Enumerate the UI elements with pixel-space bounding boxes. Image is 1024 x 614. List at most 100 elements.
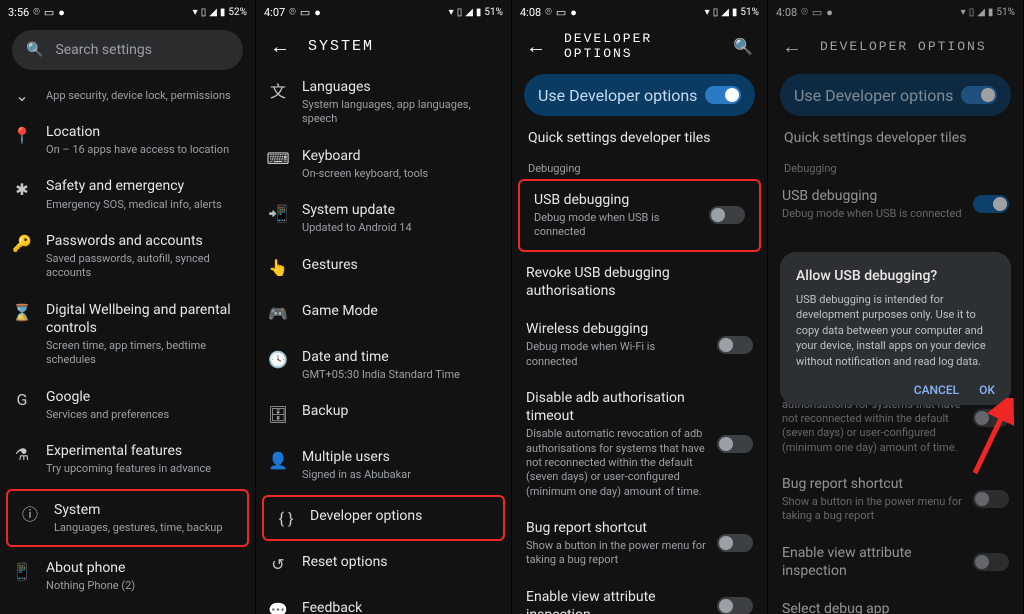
header: ← SYSTEM — [256, 24, 511, 68]
location-row[interactable]: 📍 LocationOn – 16 apps have access to lo… — [0, 113, 255, 167]
experimental-row[interactable]: ⚗ Experimental featuresTry upcoming feat… — [0, 432, 255, 486]
debugging-section-header: Debugging — [512, 154, 767, 177]
use-developer-options-toggle[interactable]: Use Developer options — [524, 74, 755, 116]
system-update-row[interactable]: 📲System updateUpdated to Android 14 — [256, 191, 511, 245]
backup-icon: 🗄 — [268, 404, 288, 424]
dot-icon: ● — [826, 6, 833, 19]
usb-debugging-dialog: Allow USB debugging? USB debugging is in… — [780, 252, 1011, 405]
toggle-switch — [973, 195, 1009, 213]
developer-options-row[interactable]: { }Developer options — [262, 495, 505, 541]
signal-icon: ◢ — [209, 7, 217, 18]
revoke-usb-auth-row[interactable]: Revoke USB debugging authorisations — [512, 254, 767, 310]
battery-icon: ▮ — [476, 7, 482, 18]
search-settings-bar[interactable]: 🔍 Search settings — [12, 30, 243, 70]
key-icon: 🔑 — [12, 234, 32, 254]
gesture-icon: 👆 — [268, 258, 288, 278]
whatsapp-icon: ⌾ — [289, 5, 296, 19]
battery-pct: 51% — [740, 7, 759, 18]
game-mode-row[interactable]: 🎮Game Mode — [256, 292, 511, 338]
toggle-switch[interactable] — [717, 534, 753, 552]
header: ← DEVELOPER OPTIONS 🔍 — [512, 24, 767, 68]
toggle-switch[interactable] — [705, 86, 741, 104]
select-debug-app-row: Select debug appNo debug application set — [768, 590, 1023, 614]
search-icon: 🔍 — [26, 42, 43, 58]
signal-icon: ◢ — [977, 7, 985, 18]
status-bar: 4:07 ⌾ ▭ ● ▾ ▯ ◢ ▮ 51% — [256, 0, 511, 24]
back-button[interactable]: ← — [526, 34, 546, 59]
clock: 4:07 — [264, 6, 285, 19]
battery-pct: 52% — [228, 7, 247, 18]
wellbeing-row[interactable]: ⌛ Digital Wellbeing and parental control… — [0, 291, 255, 378]
debugging-section-header: Debugging — [768, 154, 1023, 177]
battery-pct: 51% — [996, 7, 1015, 18]
cancel-button[interactable]: CANCEL — [914, 383, 959, 397]
reset-options-row[interactable]: ↺Reset options — [256, 543, 511, 589]
disable-adb-timeout-row[interactable]: Disable adb authorisation timeoutDisable… — [512, 379, 767, 509]
feedback-row[interactable]: 💬Feedback — [256, 589, 511, 614]
youtube-icon: ▭ — [300, 6, 310, 19]
sim-icon: ▯ — [713, 7, 719, 18]
safety-row[interactable]: ✱ Safety and emergencyEmergency SOS, med… — [0, 167, 255, 221]
info-icon: ⓘ — [20, 503, 40, 523]
user-icon: 👤 — [268, 450, 288, 470]
use-dev-label: Use Developer options — [794, 86, 953, 105]
page-title: DEVELOPER OPTIONS — [564, 31, 715, 61]
quick-settings-tiles-row: Quick settings developer tiles — [768, 124, 1023, 154]
about-phone-row[interactable]: 📱 About phoneNothing Phone (2) — [0, 549, 255, 603]
gestures-row[interactable]: 👆Gestures — [256, 246, 511, 292]
battery-icon: ▮ — [220, 7, 226, 18]
security-sub: App security, device lock, permissions — [46, 89, 231, 103]
clock-icon: 🕓 — [268, 350, 288, 370]
battery-icon: ▮ — [988, 7, 994, 18]
quick-settings-tiles-row[interactable]: Quick settings developer tiles — [512, 124, 767, 154]
usb-debugging-row: USB debuggingDebug mode when USB is conn… — [768, 177, 1023, 231]
wifi-icon: ▾ — [961, 7, 966, 18]
screen-usb-debugging-dialog: 4:08 ⌾ ▭ ● ▾ ▯ ◢ ▮ 51% ← DEVELOPER OPTIO… — [768, 0, 1024, 614]
feedback-icon: 💬 — [268, 601, 288, 614]
usb-debugging-row[interactable]: USB debuggingDebug mode when USB is conn… — [518, 179, 761, 252]
dialog-body: USB debugging is intended for developmen… — [796, 292, 995, 369]
backup-row[interactable]: 🗄Backup — [256, 392, 511, 438]
use-dev-label: Use Developer options — [538, 86, 697, 105]
toggle-switch[interactable] — [717, 336, 753, 354]
status-bar: 4:08 ⌾ ▭ ● ▾ ▯ ◢ ▮ 51% — [512, 0, 767, 24]
bug-report-shortcut-row[interactable]: Bug report shortcutShow a button in the … — [512, 509, 767, 578]
toggle-switch[interactable] — [717, 435, 753, 453]
date-time-row[interactable]: 🕓Date and timeGMT+05:30 India Standard T… — [256, 338, 511, 392]
security-row-partial[interactable]: ⌄ App security, device lock, permissions — [0, 80, 255, 113]
multiple-users-row[interactable]: 👤Multiple usersSigned in as Abubakar — [256, 438, 511, 492]
view-attribute-inspection-row[interactable]: Enable view attribute inspection — [512, 578, 767, 614]
google-icon: G — [12, 390, 32, 410]
wireless-debugging-row[interactable]: Wireless debuggingDebug mode when Wi-Fi … — [512, 310, 767, 379]
header: ← DEVELOPER OPTIONS — [768, 24, 1023, 68]
clock: 3:56 — [8, 6, 29, 19]
dot-icon: ● — [314, 6, 321, 19]
screen-system: 4:07 ⌾ ▭ ● ▾ ▯ ◢ ▮ 51% ← SYSTEM 文Languag… — [256, 0, 512, 614]
dot-icon: ● — [58, 6, 65, 19]
google-row[interactable]: G GoogleServices and preferences — [0, 378, 255, 432]
sim-icon: ▯ — [201, 7, 207, 18]
toggle-switch[interactable] — [717, 597, 753, 614]
passwords-row[interactable]: 🔑 Passwords and accountsSaved passwords,… — [0, 222, 255, 291]
back-button[interactable]: ← — [270, 34, 290, 59]
toggle-switch — [973, 490, 1009, 508]
system-row[interactable]: ⓘ SystemLanguages, gestures, time, backu… — [6, 489, 249, 547]
hourglass-icon: ⌛ — [12, 303, 32, 323]
youtube-icon: ▭ — [556, 6, 566, 19]
search-icon[interactable]: 🔍 — [733, 37, 753, 56]
wifi-icon: ▾ — [449, 7, 454, 18]
dialog-title: Allow USB debugging? — [796, 268, 995, 284]
flask-icon: ⚗ — [12, 444, 32, 464]
view-attribute-inspection-row: Enable view attribute inspection — [768, 534, 1023, 590]
languages-row[interactable]: 文LanguagesSystem languages, app language… — [256, 68, 511, 137]
braces-icon: { } — [276, 509, 296, 529]
ok-button[interactable]: OK — [979, 383, 995, 397]
status-bar: 3:56 ⌾ ▭ ● ▾ ▯ ◢ ▮ 52% — [0, 0, 255, 24]
toggle-switch[interactable] — [709, 206, 745, 224]
reset-icon: ↺ — [268, 555, 288, 575]
dot-icon: ● — [570, 6, 577, 19]
annotation-arrow-icon — [965, 398, 1015, 478]
keyboard-row[interactable]: ⌨KeyboardOn-screen keyboard, tools — [256, 137, 511, 191]
gamepad-icon: 🎮 — [268, 304, 288, 324]
system-list: 文LanguagesSystem languages, app language… — [256, 68, 511, 614]
